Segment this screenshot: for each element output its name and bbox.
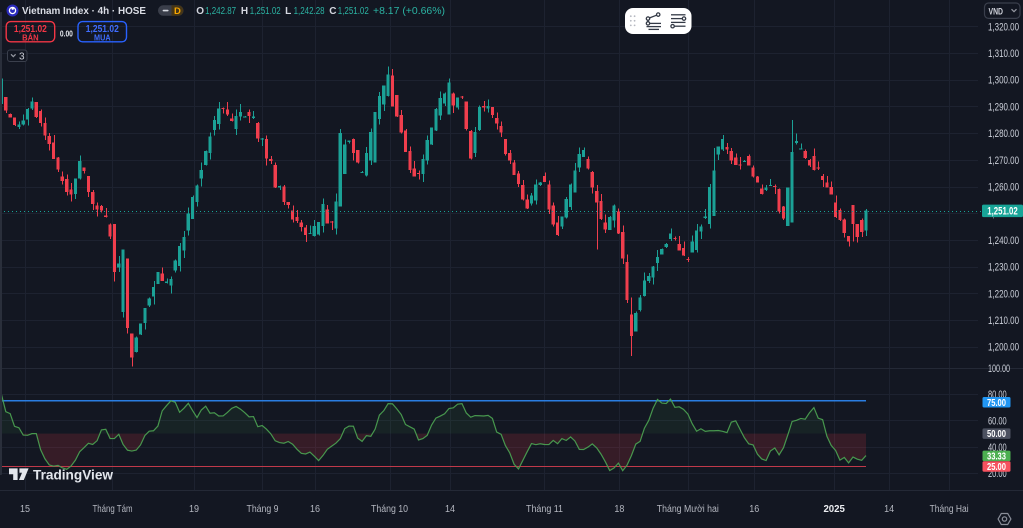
svg-text:Tháng Hai: Tháng Hai: [930, 504, 969, 515]
svg-text:16: 16: [749, 504, 759, 515]
svg-text:60.00: 60.00: [988, 415, 1007, 427]
svg-text:BÁN: BÁN: [22, 33, 39, 42]
svg-text:1,251.02: 1,251.02: [987, 205, 1018, 217]
svg-text:Vietnam Index · 4h · HOSE: Vietnam Index · 4h · HOSE: [22, 5, 146, 17]
svg-text:Tháng Mười hai: Tháng Mười hai: [657, 504, 719, 515]
svg-text:1,230.00: 1,230.00: [988, 262, 1019, 274]
svg-text:75.00: 75.00: [987, 397, 1006, 409]
svg-text:1,220.00: 1,220.00: [988, 288, 1019, 300]
svg-text:18: 18: [614, 504, 624, 515]
svg-text:Tháng 10: Tháng 10: [371, 504, 408, 515]
svg-text:1,251.02: 1,251.02: [338, 6, 369, 17]
svg-text:1,240.00: 1,240.00: [988, 235, 1019, 247]
svg-text:14: 14: [884, 504, 894, 515]
svg-text:1,270.00: 1,270.00: [988, 155, 1019, 167]
svg-text:VND: VND: [989, 6, 1004, 17]
svg-text:1,310.00: 1,310.00: [988, 48, 1019, 60]
svg-text:1,210.00: 1,210.00: [988, 315, 1019, 327]
svg-text:Tháng Tám: Tháng Tám: [93, 504, 133, 515]
svg-text:15: 15: [20, 504, 30, 515]
svg-text:1,320.00: 1,320.00: [988, 21, 1019, 33]
svg-text:2025: 2025: [823, 504, 845, 515]
svg-text:1,251.02: 1,251.02: [250, 6, 281, 17]
svg-text:D: D: [174, 6, 181, 17]
svg-text:25.00: 25.00: [987, 461, 1006, 473]
svg-text:1,300.00: 1,300.00: [988, 75, 1019, 87]
svg-text:19: 19: [189, 504, 199, 515]
svg-text:1,280.00: 1,280.00: [988, 128, 1019, 140]
svg-text:16: 16: [310, 504, 320, 515]
svg-text:Tháng 9: Tháng 9: [247, 504, 279, 515]
svg-text:1,260.00: 1,260.00: [988, 182, 1019, 194]
svg-text:100.00: 100.00: [988, 363, 1010, 375]
svg-text:1,242.28: 1,242.28: [294, 6, 325, 17]
svg-text:3: 3: [19, 52, 25, 63]
svg-text:14: 14: [445, 504, 455, 515]
svg-text:MUA: MUA: [94, 33, 111, 42]
svg-text:50.00: 50.00: [987, 428, 1006, 440]
svg-text:+8.17 (+0.66%): +8.17 (+0.66%): [373, 6, 445, 17]
svg-text:1,200.00: 1,200.00: [988, 342, 1019, 354]
svg-text:TradingView: TradingView: [33, 467, 113, 482]
svg-text:H: H: [241, 6, 248, 17]
svg-text:O: O: [196, 6, 204, 17]
svg-text:1,290.00: 1,290.00: [988, 101, 1019, 113]
svg-text:C: C: [329, 6, 336, 17]
svg-text:1,242.87: 1,242.87: [205, 6, 236, 17]
svg-text:Tháng 11: Tháng 11: [526, 504, 563, 515]
svg-text:0.00: 0.00: [60, 29, 73, 39]
svg-text:L: L: [285, 6, 291, 17]
